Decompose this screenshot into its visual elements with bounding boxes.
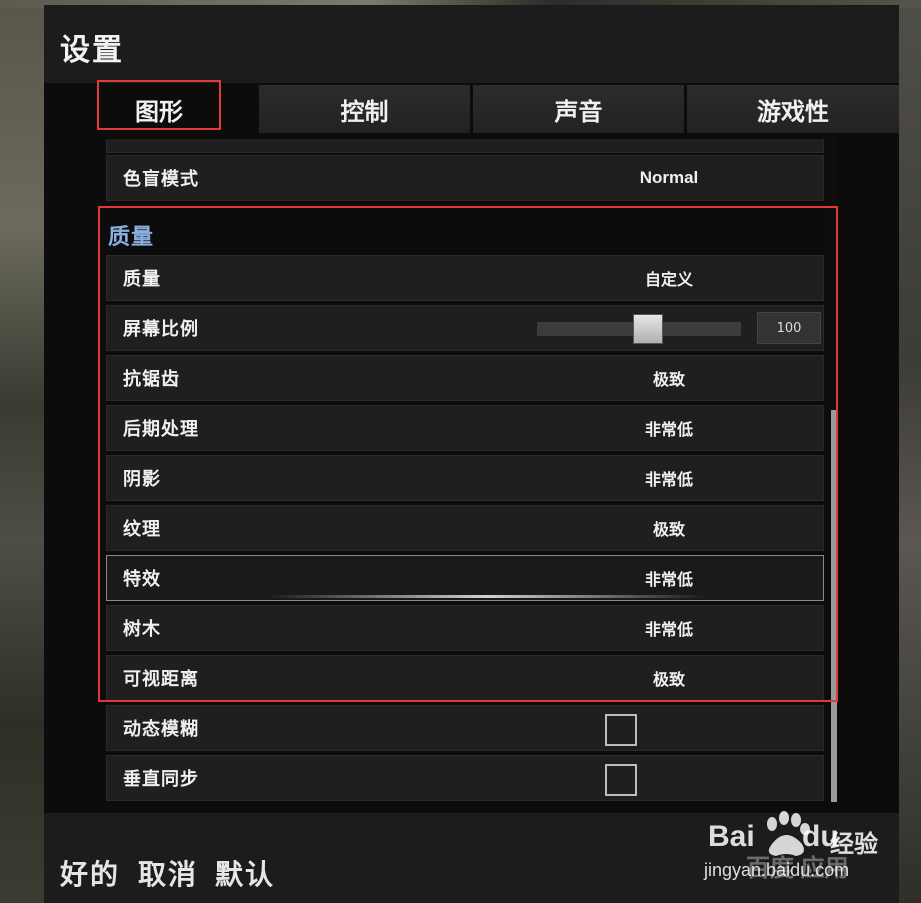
setting-label: 动态模糊 bbox=[123, 719, 199, 740]
tab-graphics[interactable]: 图形 bbox=[99, 85, 219, 133]
setting-label: 后期处理 bbox=[123, 419, 199, 440]
setting-label: 阴影 bbox=[123, 469, 161, 490]
setting-label: 色盲模式 bbox=[123, 169, 199, 190]
setting-value[interactable]: 极致 bbox=[617, 666, 721, 690]
tab-audio[interactable]: 声音 bbox=[473, 85, 684, 133]
setting-row-postprocess[interactable]: 后期处理 非常低 bbox=[106, 405, 824, 451]
setting-label: 树木 bbox=[123, 619, 161, 640]
setting-row-motion-blur: 动态模糊 bbox=[106, 705, 824, 751]
setting-label: 特效 bbox=[123, 569, 161, 590]
setting-row-screen-scale: 屏幕比例 100 bbox=[106, 305, 824, 351]
scrollbar-thumb[interactable] bbox=[831, 410, 837, 802]
setting-row-vsync: 垂直同步 bbox=[106, 755, 824, 801]
motion-blur-checkbox[interactable] bbox=[605, 714, 637, 746]
setting-value[interactable]: Normal bbox=[617, 168, 721, 188]
graphics-settings-panel: 色盲模式 Normal 质量 质量 自定义 屏幕比例 100 抗锯齿 极致 后期… bbox=[104, 139, 832, 801]
setting-label: 可视距离 bbox=[123, 669, 199, 690]
partial-row bbox=[106, 139, 824, 153]
setting-row-foliage[interactable]: 树木 非常低 bbox=[106, 605, 824, 651]
setting-label: 垂直同步 bbox=[123, 769, 199, 790]
setting-row-textures[interactable]: 纹理 极致 bbox=[106, 505, 824, 551]
tab-gameplay-label: 游戏性 bbox=[757, 97, 829, 126]
vsync-checkbox[interactable] bbox=[605, 764, 637, 796]
setting-row-antialiasing[interactable]: 抗锯齿 极致 bbox=[106, 355, 824, 401]
setting-value[interactable]: 非常低 bbox=[617, 566, 721, 590]
background-left bbox=[0, 0, 46, 903]
tab-audio-label: 声音 bbox=[554, 97, 603, 126]
setting-value[interactable]: 极致 bbox=[617, 516, 721, 540]
setting-row-view-distance[interactable]: 可视距离 极致 bbox=[106, 655, 824, 701]
window-title: 设置 bbox=[60, 33, 124, 68]
setting-label: 抗锯齿 bbox=[123, 369, 180, 390]
setting-label: 屏幕比例 bbox=[123, 319, 199, 340]
setting-label: 质量 bbox=[123, 269, 161, 290]
section-header-quality: 质量 bbox=[108, 225, 155, 250]
selection-highlight bbox=[267, 595, 707, 598]
tab-graphics-label: 图形 bbox=[135, 97, 183, 126]
setting-row-colorblind[interactable]: 色盲模式 Normal bbox=[106, 155, 824, 201]
setting-row-quality[interactable]: 质量 自定义 bbox=[106, 255, 824, 301]
cancel-button[interactable]: 取消 bbox=[138, 853, 198, 893]
tab-gameplay[interactable]: 游戏性 bbox=[687, 85, 899, 133]
tab-controls[interactable]: 控制 bbox=[259, 85, 470, 133]
tab-controls-label: 控制 bbox=[340, 97, 389, 126]
setting-value[interactable]: 非常低 bbox=[617, 616, 721, 640]
default-button[interactable]: 默认 bbox=[215, 853, 275, 893]
setting-value[interactable]: 极致 bbox=[617, 366, 721, 390]
setting-row-shadows[interactable]: 阴影 非常低 bbox=[106, 455, 824, 501]
tab-bar: 图形 控制 声音 游戏性 bbox=[44, 85, 899, 135]
slider-handle[interactable] bbox=[632, 314, 663, 344]
background-right bbox=[896, 0, 921, 903]
setting-row-effects[interactable]: 特效 非常低 bbox=[106, 555, 824, 601]
setting-label: 纹理 bbox=[123, 519, 161, 540]
settings-window: 设置 图形 控制 声音 游戏性 色盲模式 Normal 质量 质量 自定义 屏幕… bbox=[44, 5, 899, 903]
title-bar: 设置 bbox=[44, 5, 899, 83]
setting-value[interactable]: 非常低 bbox=[617, 466, 721, 490]
footer-bar: 好的 取消 默认 bbox=[44, 813, 899, 903]
screen-scale-input[interactable]: 100 bbox=[757, 312, 821, 344]
ok-button[interactable]: 好的 bbox=[60, 853, 120, 893]
setting-value[interactable]: 自定义 bbox=[617, 266, 721, 290]
setting-value[interactable]: 非常低 bbox=[617, 416, 721, 440]
